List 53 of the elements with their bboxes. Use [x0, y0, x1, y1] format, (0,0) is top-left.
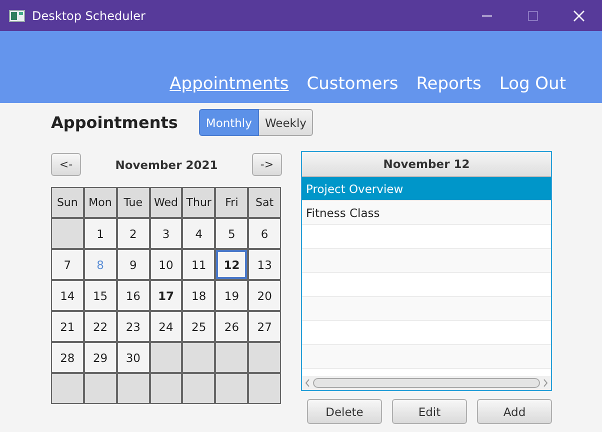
day-cell[interactable]: 26	[216, 312, 248, 341]
day-cell[interactable]: 17	[150, 281, 182, 310]
day-cell[interactable]: 12	[216, 250, 248, 279]
day-cell[interactable]: 20	[249, 281, 280, 310]
day-cell[interactable]: 28	[52, 343, 83, 372]
window-title: Desktop Scheduler	[32, 8, 146, 22]
day-cell[interactable]: 30	[118, 343, 149, 372]
day-cell[interactable]: 18	[183, 281, 214, 310]
day-cell[interactable]: 25	[183, 312, 214, 341]
day-cell[interactable]: 6	[249, 219, 280, 248]
maximize-icon[interactable]	[527, 10, 539, 22]
day-cell[interactable]: 23	[118, 312, 149, 341]
scroll-right-icon[interactable]	[543, 379, 548, 387]
day-cell[interactable]: 11	[183, 250, 214, 279]
action-button[interactable]: Delete	[307, 399, 382, 424]
day-cell[interactable]: 15	[84, 281, 116, 310]
day-cell[interactable]: 29	[84, 343, 116, 372]
day-cell[interactable]: 1	[84, 219, 116, 248]
action-button[interactable]: Edit	[392, 399, 467, 424]
weekday-header: Fri	[216, 188, 248, 217]
day-cell[interactable]: 5	[216, 219, 248, 248]
day-cell[interactable]: 16	[118, 281, 149, 310]
day-cell[interactable]: 7	[52, 250, 83, 279]
day-cell[interactable]: 13	[249, 250, 280, 279]
day-cell[interactable]: 21	[52, 312, 83, 341]
day-cell[interactable]: 9	[118, 250, 149, 279]
day-cell[interactable]: 2	[118, 219, 149, 248]
day-cell[interactable]: 22	[84, 312, 116, 341]
weekday-header: Thur	[183, 188, 214, 217]
day-cell[interactable]: 10	[150, 250, 182, 279]
weekday-header: Wed	[150, 188, 182, 217]
weekday-header: Mon	[84, 188, 116, 217]
app-icon	[9, 10, 25, 22]
day-cell[interactable]: 14	[52, 281, 83, 310]
close-icon[interactable]	[573, 10, 585, 22]
list-header: November 12	[302, 152, 551, 177]
weekday-header: Tue	[118, 188, 149, 217]
month-label: November 2021	[115, 158, 218, 172]
day-cell[interactable]: 24	[150, 312, 182, 341]
weekday-header: Sat	[249, 188, 280, 217]
action-button[interactable]: Add	[477, 399, 552, 424]
scroll-left-icon[interactable]	[305, 379, 310, 387]
next-month-button[interactable]: ->	[252, 153, 282, 176]
day-cell[interactable]: 3	[150, 219, 182, 248]
horizontal-scrollbar[interactable]	[302, 376, 551, 390]
appointment-item[interactable]: Fitness Class	[302, 201, 551, 225]
previous-month-button[interactable]: <-	[51, 153, 81, 176]
day-cell[interactable]: 27	[249, 312, 280, 341]
day-cell[interactable]: 4	[183, 219, 214, 248]
view-toggle-button[interactable]: Weekly	[258, 109, 314, 136]
weekday-header: Sun	[52, 188, 83, 217]
day-cell[interactable]: 19	[216, 281, 248, 310]
page-heading: Appointments	[51, 113, 178, 132]
